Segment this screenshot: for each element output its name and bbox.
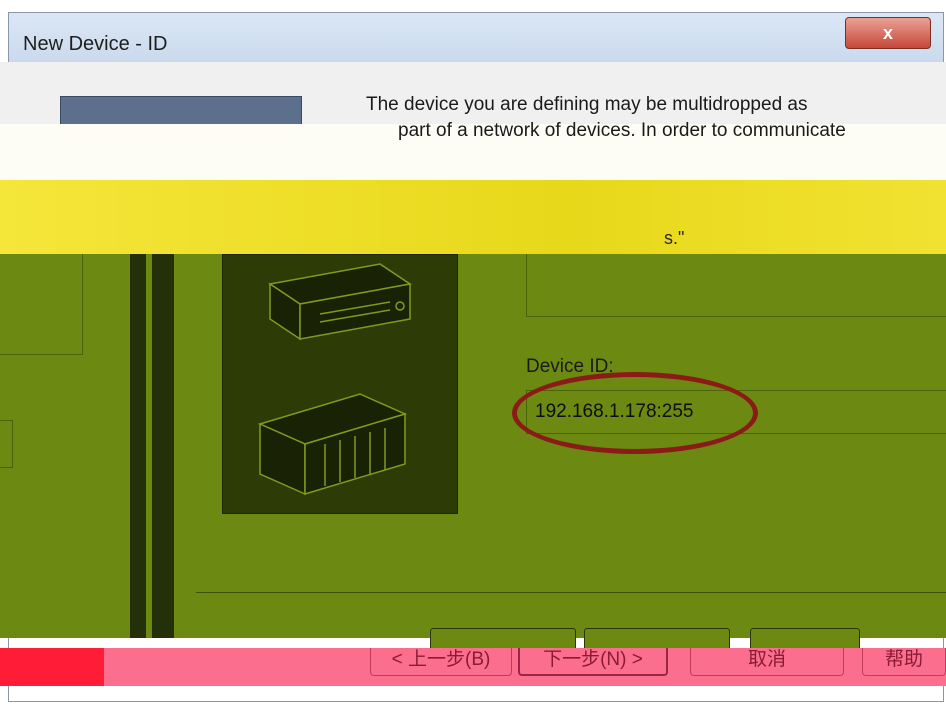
window-title: New Device - ID xyxy=(23,33,168,55)
left-field xyxy=(0,420,13,468)
next-button[interactable]: 下一步(N) > xyxy=(518,648,668,676)
corrupt-noise xyxy=(0,648,104,686)
button-separator xyxy=(196,592,946,593)
info-groupbox xyxy=(526,254,946,317)
back-button[interactable]: < 上一步(B) xyxy=(370,648,512,676)
description-line-2: part of a network of devices. In order t… xyxy=(398,120,846,141)
device-id-input[interactable] xyxy=(526,390,946,434)
wizard-banner-image xyxy=(60,96,302,126)
computer-icon xyxy=(257,263,412,496)
help-button[interactable]: 帮助 xyxy=(862,648,946,676)
plc-rack-icon xyxy=(257,393,408,496)
left-divider xyxy=(130,254,174,638)
close-button[interactable]: x xyxy=(845,17,931,49)
description-tail: s." xyxy=(664,228,685,248)
left-panel xyxy=(0,254,83,355)
corrupt-band-yellow xyxy=(0,180,946,254)
cancel-button[interactable]: 取消 xyxy=(690,648,844,676)
description-text: The device you are defining may be multi… xyxy=(366,92,926,172)
device-id-label: Device ID: xyxy=(526,356,614,377)
close-icon: x xyxy=(882,23,893,43)
description-line-1: The device you are defining may be multi… xyxy=(366,94,808,115)
